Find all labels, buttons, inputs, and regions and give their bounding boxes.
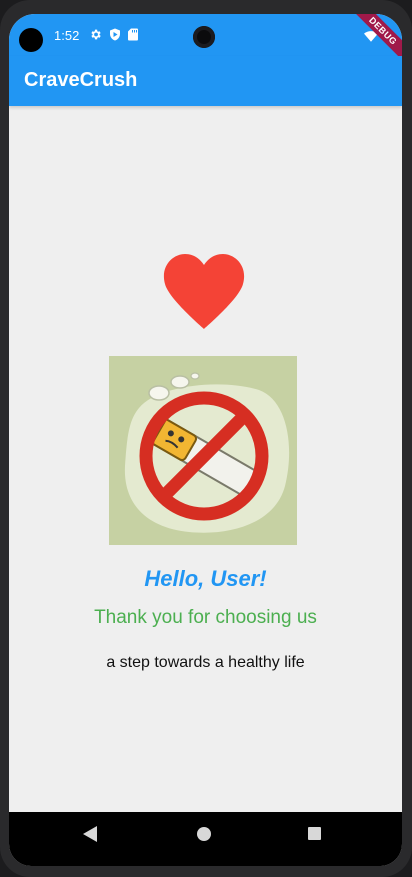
front-camera bbox=[193, 26, 215, 48]
thanks-text: Thank you for choosing us bbox=[94, 607, 317, 628]
tagline-text: a step towards a healthy life bbox=[106, 654, 305, 671]
sd-card-icon bbox=[128, 28, 138, 41]
recents-icon[interactable] bbox=[308, 826, 322, 847]
heart-icon bbox=[163, 254, 245, 335]
front-camera-left bbox=[19, 28, 43, 52]
status-time: 1:52 bbox=[54, 28, 80, 43]
app-bar: CraveCrush bbox=[9, 56, 402, 106]
greeting-text: Hello, User! bbox=[144, 566, 267, 591]
play-protect-icon bbox=[109, 28, 121, 41]
home-icon[interactable] bbox=[197, 826, 211, 847]
navigation-bar bbox=[9, 812, 402, 866]
gear-icon bbox=[89, 28, 102, 41]
app-title: CraveCrush bbox=[24, 69, 138, 91]
back-icon[interactable] bbox=[83, 826, 97, 847]
no-smoking-illustration bbox=[109, 356, 297, 545]
status-icons-left bbox=[89, 28, 138, 41]
screen: 1:52 DEBUG CraveCrush Hello, User! Thank… bbox=[9, 14, 402, 866]
phone-device: 1:52 DEBUG CraveCrush Hello, User! Thank… bbox=[0, 0, 412, 877]
status-bar: 1:52 DEBUG bbox=[9, 14, 402, 68]
